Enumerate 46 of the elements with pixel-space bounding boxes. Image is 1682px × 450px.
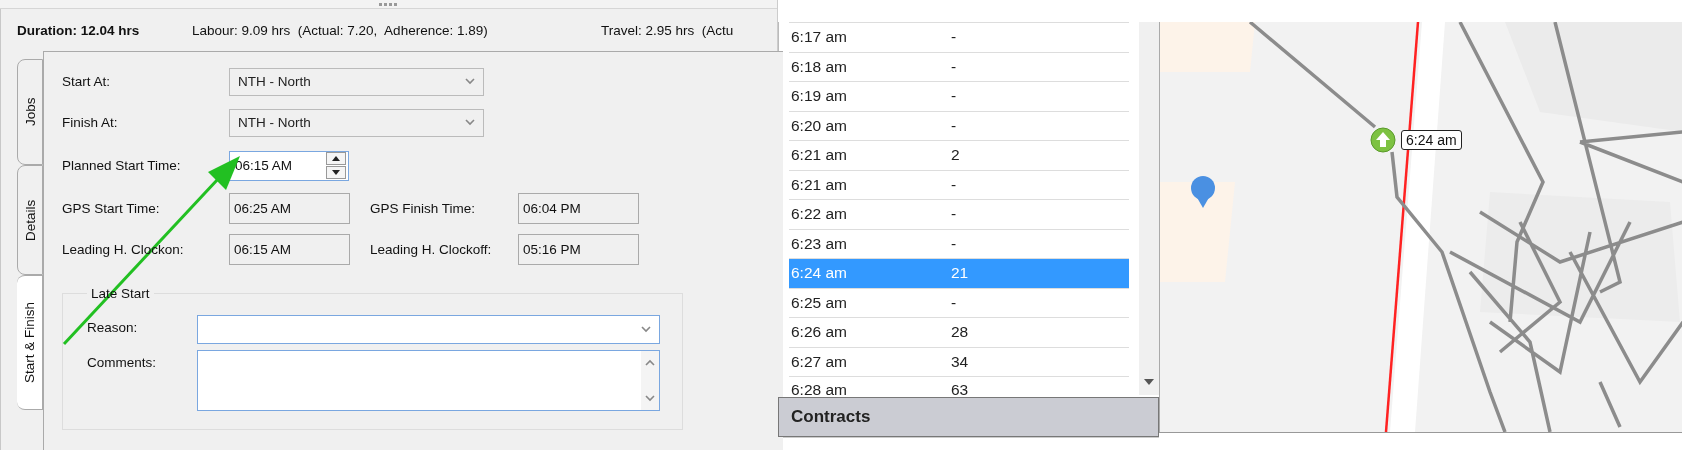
duration-text: Duration: 12.04 hrs xyxy=(17,22,141,38)
scroll-up-icon xyxy=(645,359,655,366)
caret-down-icon xyxy=(332,170,340,175)
list-row[interactable]: 6:22 am - xyxy=(789,199,1129,229)
list-row[interactable]: 6:17 am - xyxy=(789,22,1129,52)
time-field: 06:04 PM xyxy=(518,193,639,224)
chevron-down-icon xyxy=(641,326,651,333)
direction-marker-icon[interactable] xyxy=(1370,127,1396,153)
list-row[interactable]: 6:27 am 34 xyxy=(789,346,1129,376)
list-row[interactable]: 6:20 am - xyxy=(789,110,1129,140)
time-spinner[interactable]: 06:15 AM xyxy=(229,150,349,181)
field-label: GPS Finish Time: xyxy=(370,201,477,216)
comments-field[interactable] xyxy=(197,350,660,411)
chevron-down-icon xyxy=(465,78,475,85)
time-label: 6:24 am xyxy=(1401,130,1462,150)
chevron-down-icon xyxy=(465,119,475,126)
field-label: GPS Start Time: xyxy=(62,201,161,216)
time-field: 06:15 AM xyxy=(229,234,350,265)
reason-dropdown[interactable] xyxy=(197,315,660,344)
time-field: 05:16 PM xyxy=(518,234,639,265)
grip-icon[interactable] xyxy=(378,2,399,6)
caret-up-icon xyxy=(332,156,340,161)
scroll-down-icon[interactable] xyxy=(1144,379,1154,385)
list-row[interactable]: 6:28 am 63 xyxy=(789,376,1129,395)
list-row[interactable]: 6:25 am - xyxy=(789,287,1129,317)
spin-up-button[interactable] xyxy=(326,152,346,165)
field-label: Reason: xyxy=(87,319,139,335)
time-field: 06:25 AM xyxy=(229,193,350,224)
list-row[interactable]: 6:26 am 28 xyxy=(789,317,1129,347)
labour-text: Labour: 9.09 hrs (Actual: 7.20, Adherence: 1.89) xyxy=(192,22,489,38)
side-tab[interactable]: Jobs xyxy=(17,59,43,165)
spin-down-button[interactable] xyxy=(326,166,346,179)
side-tab[interactable]: Start & Finish xyxy=(17,275,43,410)
field-label: Finish At: xyxy=(62,115,119,130)
list-row[interactable]: 6:19 am - xyxy=(789,81,1129,111)
list-row[interactable]: 6:21 am 2 xyxy=(789,140,1129,170)
travel-text: Travel: 2.95 hrs (Actu xyxy=(601,22,734,38)
list-row[interactable]: 6:18 am - xyxy=(789,51,1129,81)
contracts-header[interactable]: Contracts xyxy=(778,397,1159,437)
field-label: Start At: xyxy=(62,74,112,89)
side-tab[interactable]: Details xyxy=(17,165,43,275)
scroll-down-icon xyxy=(645,395,655,402)
field-label: Leading H. Clockoff: xyxy=(370,242,493,257)
field-label: Comments: xyxy=(87,354,158,370)
field-label: Planned Start Time: xyxy=(62,158,182,173)
list-row[interactable]: 6:21 am - xyxy=(789,169,1129,199)
